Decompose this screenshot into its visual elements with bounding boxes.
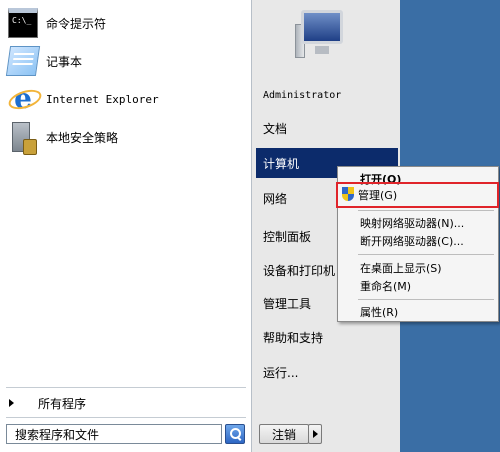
- all-programs-button[interactable]: 所有程序: [6, 392, 246, 414]
- menu-separator: [358, 254, 494, 255]
- shutdown-options-arrow-icon[interactable]: [308, 424, 322, 444]
- all-programs-label: 所有程序: [38, 396, 87, 411]
- menu-item-label: 属性(R): [360, 306, 399, 319]
- menu-item-label: 断开网络驱动器(C)...: [360, 235, 464, 248]
- search-icon[interactable]: [225, 424, 245, 444]
- right-item-run[interactable]: 运行...: [256, 357, 398, 387]
- menu-item-manage[interactable]: 管理(G): [336, 182, 499, 208]
- search-input-text: 搜索程序和文件: [15, 427, 100, 442]
- divider: [6, 417, 246, 418]
- menu-item-map-network-drive[interactable]: 映射网络驱动器(N)...: [340, 214, 496, 232]
- pinned-label: Internet Explorer: [46, 92, 159, 106]
- menu-item-label: 映射网络驱动器(N)...: [360, 217, 465, 230]
- start-menu-left-pane: C:\_ 命令提示符 记事本 e Internet Explorer 本地安全策…: [0, 0, 252, 452]
- pinned-internet-explorer[interactable]: e Internet Explorer: [0, 80, 252, 118]
- pinned-label: 本地安全策略: [46, 130, 119, 145]
- menu-item-label: 在桌面上显示(S): [360, 262, 442, 275]
- uac-shield-icon: [342, 187, 354, 201]
- internet-explorer-icon: e: [8, 84, 38, 114]
- arrow-right-icon: [9, 399, 14, 407]
- computer-user-picture-icon[interactable]: [295, 8, 351, 64]
- right-item-documents[interactable]: 文档: [256, 113, 398, 143]
- pinned-command-prompt[interactable]: C:\_ 命令提示符: [0, 4, 252, 42]
- menu-separator: [358, 210, 494, 211]
- menu-separator: [358, 299, 494, 300]
- local-security-policy-icon: [12, 122, 37, 155]
- log-off-button[interactable]: 注销: [259, 424, 309, 444]
- right-item-help-support[interactable]: 帮助和支持: [256, 322, 398, 352]
- user-name-link[interactable]: Administrator: [256, 80, 398, 110]
- menu-item-show-on-desktop[interactable]: 在桌面上显示(S): [340, 259, 496, 277]
- monitor-icon: [301, 10, 343, 44]
- monitor-stand: [315, 46, 329, 54]
- menu-item-label: 管理(G): [358, 189, 398, 202]
- search-input[interactable]: 搜索程序和文件: [6, 424, 222, 444]
- menu-item-disconnect-network-drive[interactable]: 断开网络驱动器(C)...: [340, 232, 496, 250]
- command-prompt-icon: C:\_: [8, 8, 38, 38]
- divider: [6, 387, 246, 388]
- menu-item-rename[interactable]: 重命名(M): [340, 277, 496, 295]
- pinned-label: 记事本: [46, 54, 83, 69]
- menu-item-properties[interactable]: 属性(R): [340, 303, 496, 321]
- pinned-programs: C:\_ 命令提示符 记事本 e Internet Explorer 本地安全策…: [0, 4, 252, 156]
- computer-context-menu: 打开(O) 管理(G) 映射网络驱动器(N)... 断开网络驱动器(C)... …: [336, 166, 499, 322]
- pinned-notepad[interactable]: 记事本: [0, 42, 252, 80]
- notepad-icon: [5, 46, 41, 76]
- pinned-label: 命令提示符: [46, 16, 107, 31]
- pinned-local-security-policy[interactable]: 本地安全策略: [0, 118, 252, 156]
- menu-item-label: 重命名(M): [360, 280, 412, 293]
- log-off-label: 注销: [271, 427, 296, 442]
